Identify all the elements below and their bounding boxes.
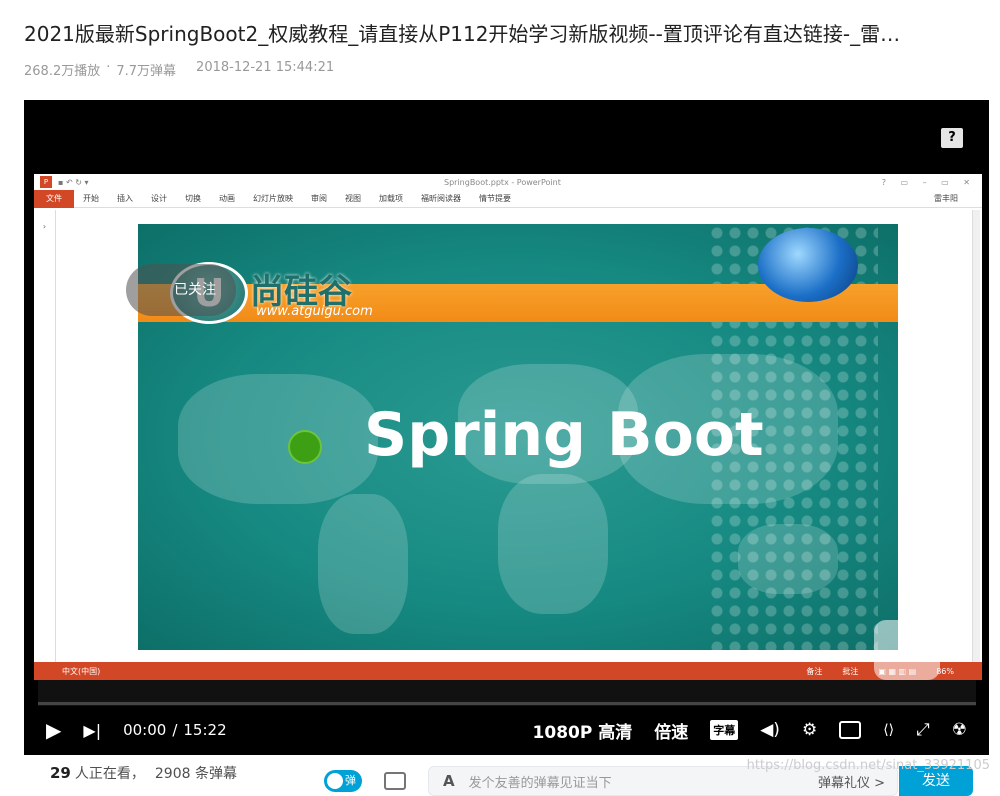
viewers-label: 人正在看， (74, 766, 145, 782)
time-separator: / (172, 721, 178, 739)
slide: U 尚硅谷 www.atguigu.com Spring Boot (138, 224, 898, 650)
danmaku-count: 7.7万弹幕 (116, 64, 177, 79)
powerpoint-icon: P (40, 176, 52, 188)
settings-icon[interactable]: ⚙ (802, 720, 817, 740)
danmaku-loaded: 2908 条弹幕 (154, 766, 237, 782)
next-icon[interactable]: ▶| (83, 721, 101, 740)
play-icon[interactable]: ▶ (46, 718, 61, 742)
web-fullscreen-icon[interactable]: ⤢ (916, 720, 930, 740)
ppt-tab: 审阅 (311, 194, 327, 203)
ppt-tab: 动画 (219, 194, 235, 203)
ppt-scrollbar (972, 210, 980, 662)
ppt-titlebar: P ▪ ↶ ↻ ▾ SpringBoot.pptx - PowerPoint ?… (34, 174, 982, 190)
ppt-filename: SpringBoot.pptx - PowerPoint (444, 177, 561, 187)
current-time: 00:00 (123, 721, 167, 739)
subtitle-button[interactable]: 字幕 (710, 720, 739, 740)
etiquette-link[interactable]: 弹幕礼仪 > (818, 772, 897, 791)
play-count: 268.2万播放 (24, 64, 101, 79)
cursor-highlight (288, 430, 322, 464)
time-display: 00:00 / 15:22 (123, 721, 227, 739)
ppt-tab: 加载项 (379, 194, 403, 203)
danmaku-toggle[interactable]: 弹 (324, 770, 362, 792)
ppt-ribbon: 文件 开始 插入 设计 切换 动画 幻灯片放映 审阅 视图 加载项 福昕阅读器 … (34, 189, 982, 208)
ppt-tab: 情节提要 (479, 194, 511, 203)
font-style-icon[interactable]: A (443, 772, 455, 790)
meta-separator: · (106, 60, 111, 75)
world-map-shape (318, 494, 408, 634)
world-map-shape (178, 374, 378, 504)
globe-icon (758, 228, 858, 302)
quality-button[interactable]: 1080P 高清 (533, 718, 633, 743)
ppt-status-comments: 批注 (842, 666, 859, 676)
speed-button[interactable]: 倍速 (654, 718, 688, 743)
video-title: 2021版最新SpringBoot2_权威教程_请直接从P112开始学习新版视频… (24, 22, 901, 46)
danmaku-placeholder: 发个友善的弹幕见证当下 (468, 775, 612, 791)
duration: 15:22 (183, 721, 227, 739)
upload-time: 2018-12-21 15:44:21 (196, 60, 335, 75)
widescreen-icon[interactable]: ⟨⟩ (883, 722, 894, 738)
slide-headline: Spring Boot (364, 400, 764, 470)
ppt-tab: 插入 (117, 194, 133, 203)
ppt-tab: 切换 (185, 194, 201, 203)
ppt-status-notes: 备注 (806, 666, 823, 676)
video-frame: P ▪ ↶ ↻ ▾ SpringBoot.pptx - PowerPoint ?… (34, 174, 982, 680)
video-player[interactable]: ? P ▪ ↶ ↻ ▾ SpringBoot.pptx - PowerPoint… (24, 100, 989, 755)
player-controls: ▶ ▶| 00:00 / 15:22 1080P 高清 倍速 字幕 ◀) ⚙ ⟨… (24, 710, 989, 750)
watermark: https://blog.csdn.net/sinat_33921105 (746, 758, 990, 773)
video-meta: 268.2万播放 · 7.7万弹幕 2018-12-21 15:44:21 (24, 60, 334, 79)
ppt-file-tab: 文件 (34, 189, 74, 208)
pip-icon[interactable] (839, 721, 862, 739)
danmaku-settings-icon[interactable] (384, 772, 406, 790)
ppt-tab: 视图 (345, 194, 361, 203)
ppt-tab: 设计 (151, 194, 167, 203)
help-icon[interactable]: ? (941, 128, 963, 148)
ppt-thumbnail-pane: › (34, 210, 56, 662)
fullscreen-icon[interactable]: ☢ (952, 720, 967, 740)
volume-icon[interactable]: ◀) (760, 720, 780, 740)
ppt-tab: 幻灯片放映 (253, 194, 293, 203)
logo-url: www.atguigu.com (256, 304, 373, 319)
ppt-user: 雷丰阳 (934, 194, 958, 203)
ppt-statusbar: 中文(中国) 备注 批注 ▣ ▦ ▥ ▤ 86% (34, 662, 982, 680)
world-map-shape (498, 474, 608, 614)
ppt-tab: 福昕阅读器 (421, 194, 461, 203)
bilibili-logo-icon (874, 620, 940, 680)
viewers-count: 29 (50, 764, 71, 782)
ppt-tab: 开始 (83, 194, 99, 203)
follow-badge[interactable]: 已关注 (126, 264, 236, 316)
window-controls-icon: ? ▭ – ▭ ✕ (881, 177, 976, 187)
ppt-status-lang: 中文(中国) (62, 666, 101, 676)
quick-access-icons: ▪ ↶ ↻ ▾ (58, 177, 89, 187)
progress-bar[interactable] (38, 702, 976, 705)
